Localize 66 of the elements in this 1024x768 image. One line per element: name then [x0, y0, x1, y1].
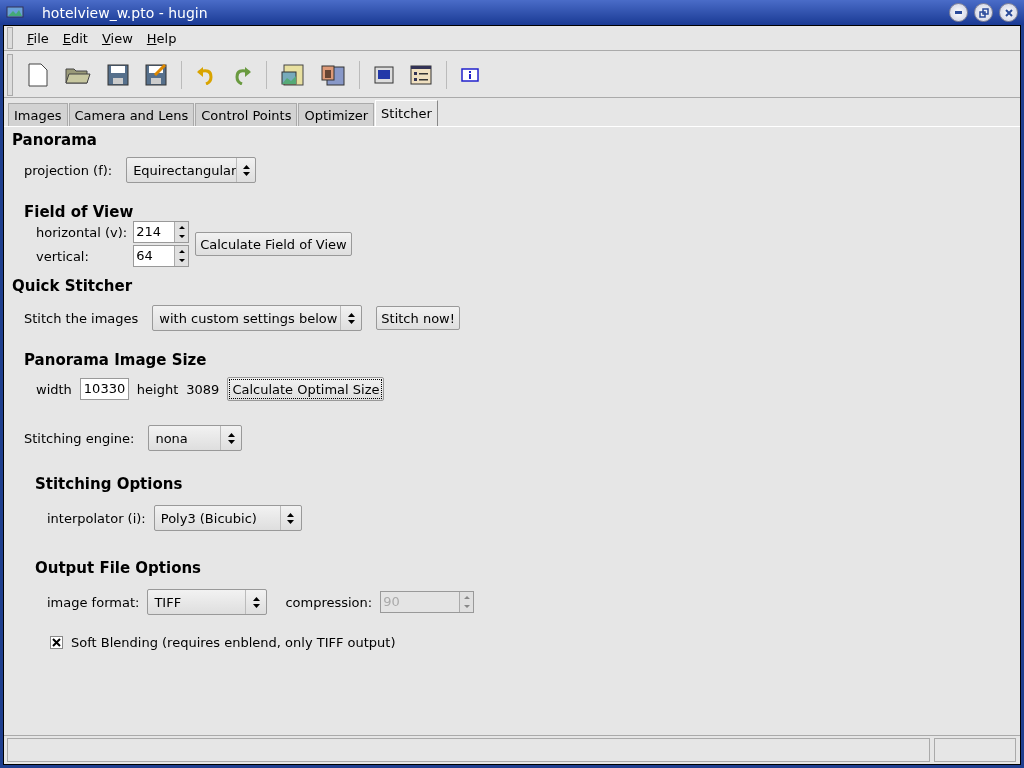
up-down-arrows-icon — [347, 312, 355, 324]
calculate-fov-button[interactable]: Calculate Field of View — [195, 232, 352, 256]
field-label: interpolator (i): — [47, 510, 146, 526]
up-down-arrows-icon — [463, 595, 470, 609]
stitch-now-button[interactable]: Stitch now! — [376, 306, 460, 330]
calculate-size-button[interactable]: Calculate Optimal Size — [227, 377, 385, 401]
section-heading: Panorama — [12, 131, 98, 149]
projection-dropdown[interactable]: Equirectangular — [126, 157, 257, 183]
window-title: hotelview_w.pto - hugin — [42, 4, 208, 21]
vertical-spin-field[interactable]: 64 — [133, 245, 190, 267]
tab[interactable]: Optimizer — [298, 103, 375, 126]
up-down-arrows-icon — [242, 164, 250, 176]
tab[interactable]: Stitcher — [375, 100, 438, 126]
field-label: Stitching engine: — [24, 430, 135, 446]
folder-icon[interactable] — [63, 65, 93, 85]
restore-button[interactable] — [974, 3, 993, 22]
new-file-icon[interactable] — [25, 63, 51, 87]
menu-item[interactable]: Help — [146, 30, 177, 46]
floppy-disk-icon[interactable] — [105, 64, 131, 86]
height-value: 3089 — [186, 381, 220, 397]
interpolator-dropdown[interactable]: Poly3 (Bicubic) — [153, 505, 302, 531]
up-down-arrows-icon — [178, 249, 185, 263]
field-label: Stitch the images — [24, 310, 139, 326]
floppy-disk-pencil-icon[interactable] — [143, 64, 169, 86]
stitch-mode-dropdown[interactable]: with custom settings below — [152, 305, 363, 331]
menu-item[interactable]: Edit — [62, 30, 88, 46]
checkbox[interactable] — [50, 636, 63, 649]
field-label: projection (f): — [24, 162, 113, 178]
field-label: compression: — [285, 594, 373, 610]
tab[interactable]: Camera and Lens — [68, 103, 195, 126]
grip-handle[interactable] — [7, 27, 13, 49]
up-down-arrows-icon — [252, 596, 260, 608]
menu-item[interactable]: View — [101, 30, 133, 46]
close-button[interactable] — [999, 3, 1018, 22]
section-heading: Stitching Options — [35, 475, 184, 493]
field-label: horizontal (v): — [36, 224, 128, 240]
preview-window-icon[interactable] — [372, 66, 396, 84]
minimize-icon — [955, 11, 962, 14]
section-heading: Quick Stitcher — [12, 277, 134, 295]
minimize-button[interactable] — [949, 3, 968, 22]
up-down-arrows-icon — [227, 432, 235, 444]
width-input-field[interactable]: 10330 — [79, 378, 129, 400]
tab[interactable]: Images — [8, 103, 68, 126]
landscape-icon — [6, 4, 24, 21]
field-label: vertical: — [36, 248, 90, 264]
engine-dropdown[interactable]: nona — [148, 425, 243, 451]
tab[interactable]: Control Points — [195, 103, 298, 126]
up-down-arrows-icon — [178, 225, 185, 239]
field-label: image format: — [47, 594, 140, 610]
field-label: height — [136, 381, 179, 397]
menu-item[interactable]: File — [27, 30, 49, 46]
section-heading: Output File Options — [35, 559, 203, 577]
close-icon — [1004, 8, 1013, 17]
up-down-arrows-icon — [287, 512, 295, 524]
add-image-icon[interactable] — [279, 64, 307, 86]
format-dropdown[interactable]: TIFF — [147, 589, 268, 615]
horizontal-spin-field[interactable]: 214 — [133, 221, 190, 243]
image-document-icon[interactable] — [319, 64, 347, 86]
section-heading: Panorama Image Size — [24, 351, 208, 369]
field-label: width — [36, 381, 72, 397]
list-panel-icon[interactable] — [408, 65, 434, 85]
checkbox-label: Soft Blending (requires enblend, only TIFF output) — [71, 635, 396, 650]
restore-icon — [978, 7, 989, 18]
grip-handle[interactable] — [7, 54, 13, 96]
info-icon[interactable] — [459, 68, 481, 82]
section-heading: Field of View — [24, 203, 135, 221]
